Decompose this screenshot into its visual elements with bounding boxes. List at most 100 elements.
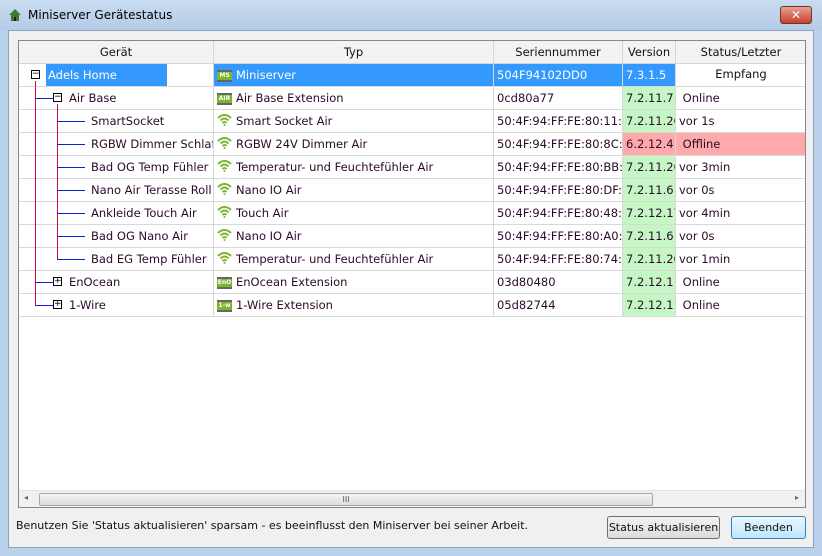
version-cell: 7.3.1.5 bbox=[623, 64, 676, 86]
device-name-cell[interactable]: RGBW Dimmer Schlaf bbox=[19, 133, 214, 155]
type-cell: Smart Socket Air bbox=[214, 110, 494, 132]
tree-line bbox=[57, 144, 85, 145]
device-name-cell[interactable]: Bad OG Temp Fühler bbox=[19, 156, 214, 178]
type-cell: Touch Air bbox=[214, 202, 494, 224]
serial-cell: 50:4F:94:FF:FE:80:BB:AD bbox=[494, 156, 623, 178]
table-row[interactable]: Bad EG Temp Fühler Temperatur- und Feucht… bbox=[19, 248, 805, 271]
tree-line bbox=[57, 236, 85, 237]
wifi-icon bbox=[217, 203, 232, 225]
tree-line bbox=[35, 305, 53, 306]
extension-badge-icon: AIR bbox=[217, 92, 232, 105]
column-header-type[interactable]: Typ bbox=[214, 41, 494, 64]
wifi-icon bbox=[217, 134, 232, 156]
serial-cell: 50:4F:94:FF:FE:80:11:C4 bbox=[494, 110, 623, 132]
device-name: Bad OG Nano Air bbox=[91, 229, 188, 243]
extension-badge-icon: MS bbox=[217, 69, 232, 82]
home-icon bbox=[9, 9, 21, 21]
version-cell: 7.2.11.26 bbox=[623, 110, 676, 132]
wifi-icon bbox=[217, 157, 232, 179]
column-header-serial[interactable]: Seriennummer bbox=[494, 41, 623, 64]
table-row[interactable]: 1-Wire +1-w 1-Wire Extension 05d82744 7.2.12… bbox=[19, 294, 805, 317]
tree-line bbox=[57, 259, 85, 260]
version-cell: 6.2.12.4 bbox=[623, 133, 676, 155]
scroll-right-icon[interactable]: ▸ bbox=[795, 493, 799, 502]
column-header-version[interactable]: Version bbox=[623, 41, 676, 64]
serial-cell: 50:4F:94:FF:FE:80:74:FC bbox=[494, 248, 623, 270]
table-row[interactable]: Ankleide Touch Air Touch Air 50:4F:94:FF:F… bbox=[19, 202, 805, 225]
horizontal-scrollbar[interactable]: ◂ III ▸ bbox=[19, 490, 805, 507]
device-name: Bad EG Temp Fühler bbox=[91, 252, 207, 266]
table-row[interactable]: RGBW Dimmer Schlaf RGBW 24V Dimmer Air 50:… bbox=[19, 133, 805, 156]
wifi-icon bbox=[217, 226, 232, 248]
device-name-cell[interactable]: Bad OG Nano Air bbox=[19, 225, 214, 247]
table-row[interactable]: Air Base − AIR Air Base Extension 0cd80a77 7.… bbox=[19, 87, 805, 110]
tree-line bbox=[35, 282, 53, 283]
device-type: Miniserver bbox=[236, 68, 297, 82]
device-tree-table[interactable]: Gerät Typ Seriennummer Version Status/Le… bbox=[18, 40, 806, 508]
device-name: 1-Wire bbox=[69, 298, 106, 312]
type-cell: Nano IO Air bbox=[214, 179, 494, 201]
status-cell: Online bbox=[676, 271, 805, 293]
device-type: Nano IO Air bbox=[236, 229, 302, 243]
refresh-status-button[interactable]: Status aktualisieren bbox=[607, 516, 720, 539]
table-row[interactable]: Adels Home − MS Miniserver 504F94102DD0 7.3.1… bbox=[19, 64, 805, 87]
expand-icon[interactable]: + bbox=[53, 300, 62, 309]
status-cell: Online bbox=[676, 87, 805, 109]
column-header-device[interactable]: Gerät bbox=[19, 41, 214, 64]
device-name-cell[interactable]: Ankleide Touch Air bbox=[19, 202, 214, 224]
tree-line bbox=[57, 190, 85, 191]
table-row[interactable]: Nano Air Terasse Roll Nano IO Air 50:4F:94… bbox=[19, 179, 805, 202]
device-name-cell[interactable]: Bad EG Temp Fühler bbox=[19, 248, 214, 270]
close-button[interactable]: ✕ bbox=[780, 6, 812, 24]
device-name-cell[interactable]: SmartSocket bbox=[19, 110, 214, 132]
scrollbar-thumb[interactable]: III bbox=[39, 493, 653, 506]
status-cell: vor 0s bbox=[676, 179, 805, 201]
device-name: RGBW Dimmer Schlaf bbox=[91, 137, 214, 151]
device-type: Touch Air bbox=[236, 206, 289, 220]
device-type: EnOcean Extension bbox=[236, 275, 348, 289]
device-name: Air Base bbox=[69, 91, 117, 105]
device-type: Temperatur- und Feuchtefühler Air bbox=[236, 160, 434, 174]
title-bar: Miniserver Gerätestatus ✕ bbox=[0, 0, 822, 30]
collapse-icon[interactable]: − bbox=[31, 70, 40, 79]
wifi-icon bbox=[217, 180, 232, 202]
scroll-left-icon[interactable]: ◂ bbox=[24, 493, 28, 502]
column-header-status[interactable]: Status/Letzter Empfang bbox=[676, 41, 805, 81]
version-cell: 7.2.12.1 bbox=[623, 294, 676, 316]
extension-badge-icon: EnO bbox=[217, 276, 232, 289]
collapse-icon[interactable]: − bbox=[53, 93, 62, 102]
version-cell: 7.2.12.17 bbox=[623, 202, 676, 224]
serial-cell: 0cd80a77 bbox=[494, 87, 623, 109]
device-name-cell[interactable]: Adels Home − bbox=[19, 64, 214, 86]
device-type: Smart Socket Air bbox=[236, 114, 333, 128]
serial-cell: 50:4F:94:FF:FE:80:A0:47 bbox=[494, 225, 623, 247]
type-cell: Temperatur- und Feuchtefühler Air bbox=[214, 248, 494, 270]
expand-icon[interactable]: + bbox=[53, 277, 62, 286]
close-dialog-button[interactable]: Beenden bbox=[731, 516, 806, 539]
version-cell: 7.2.11.6 bbox=[623, 179, 676, 201]
table-row[interactable]: SmartSocket Smart Socket Air 50:4F:94:FF:F… bbox=[19, 110, 805, 133]
version-cell: 7.2.11.26 bbox=[623, 248, 676, 270]
type-cell: MS Miniserver bbox=[214, 64, 494, 86]
wifi-icon bbox=[217, 111, 232, 133]
status-cell: vor 0s bbox=[676, 225, 805, 247]
type-cell: Temperatur- und Feuchtefühler Air bbox=[214, 156, 494, 178]
device-type: RGBW 24V Dimmer Air bbox=[236, 137, 368, 151]
status-cell: Offline bbox=[676, 133, 805, 155]
tree-line bbox=[57, 121, 85, 122]
table-row[interactable]: Bad OG Nano Air Nano IO Air 50:4F:94:FF:FE… bbox=[19, 225, 805, 248]
version-cell: 7.2.11.26 bbox=[623, 156, 676, 178]
table-row[interactable]: Bad OG Temp Fühler Temperatur- und Feucht… bbox=[19, 156, 805, 179]
serial-cell: 504F94102DD0 bbox=[494, 64, 623, 86]
version-cell: 7.2.11.7 bbox=[623, 87, 676, 109]
tree-line bbox=[35, 98, 53, 99]
tree-line bbox=[35, 81, 36, 306]
wifi-icon bbox=[217, 249, 232, 271]
serial-cell: 50:4F:94:FF:FE:80:48:9A bbox=[494, 202, 623, 224]
serial-cell: 50:4F:94:FF:FE:80:8C:02 bbox=[494, 133, 623, 155]
device-name-cell[interactable]: Nano Air Terasse Roll bbox=[19, 179, 214, 201]
device-name: EnOcean bbox=[69, 275, 121, 289]
table-row[interactable]: EnOcean + EnO EnOcean Extension 03d80480 7.2.… bbox=[19, 271, 805, 294]
status-cell bbox=[676, 64, 805, 86]
status-cell: vor 4min bbox=[676, 202, 805, 224]
